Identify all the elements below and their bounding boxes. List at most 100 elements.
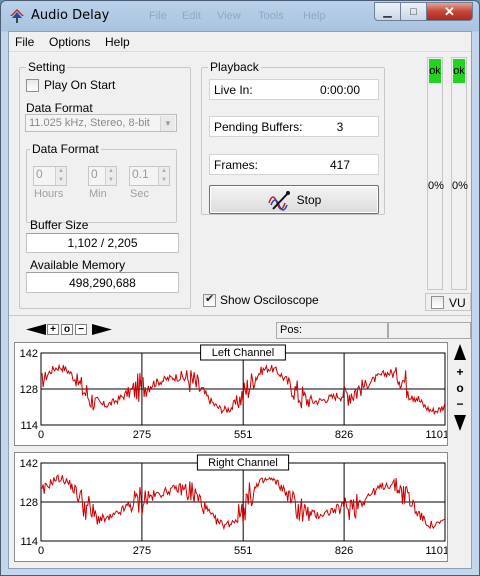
- arrow-down-end-icon: [454, 415, 466, 431]
- x-tick-label: 1101: [425, 545, 447, 557]
- scope-grid: [40, 462, 446, 542]
- vu-left-status: ok: [429, 59, 441, 83]
- amplitude-minus-button[interactable]: −: [453, 397, 467, 412]
- seconds-value: 0.1: [132, 167, 149, 181]
- x-tick-label: 826: [335, 545, 353, 557]
- close-icon: ✕: [444, 3, 455, 19]
- app-logo-icon: [10, 9, 24, 23]
- live-in-label: Live In:: [214, 83, 253, 97]
- y-tick-label: 128: [20, 384, 38, 396]
- position-field: Pos:: [276, 322, 388, 339]
- minimize-button[interactable]: ▁: [374, 2, 401, 21]
- spin-down-icon[interactable]: ▼: [106, 176, 116, 185]
- vu-right-meter: ok 0%: [451, 57, 468, 290]
- ghost-menu-item: View: [217, 10, 241, 22]
- ghost-menu-item: File: [149, 10, 167, 22]
- vu-left-percent: 0%: [428, 180, 444, 192]
- circle-icon: o: [63, 324, 71, 335]
- app-window: Audio Delay File Edit View Tools Help ▁ …: [0, 0, 480, 576]
- y-tick-label: 142: [20, 458, 38, 470]
- minutes-label: Min: [89, 188, 107, 200]
- seconds-label: Sec: [130, 188, 149, 200]
- x-tick-label: 275: [133, 429, 151, 441]
- data-format-select[interactable]: 11.025 kHz, Stereo, 8-bit ▼: [25, 114, 177, 132]
- scroll-right-button[interactable]: [92, 324, 112, 338]
- vu-label: VU: [449, 296, 466, 310]
- vu-right-percent: 0%: [452, 180, 468, 192]
- hours-spinner[interactable]: 0 ▲ ▼: [33, 166, 67, 186]
- zoom-in-button[interactable]: +: [47, 324, 59, 335]
- live-in-value: 0:00:00: [319, 83, 361, 97]
- close-button[interactable]: ✕: [427, 2, 473, 21]
- right-channel-panel: Right Channel 142 128 114 0 275 551 826 1101: [14, 452, 449, 562]
- x-tick-label: 1101: [425, 429, 447, 441]
- menu-options[interactable]: Options: [49, 35, 90, 49]
- y-tick-label: 114: [20, 536, 38, 548]
- available-memory-label: Available Memory: [30, 258, 126, 272]
- zoom-reset-button[interactable]: o: [61, 324, 73, 335]
- chart-title: Left Channel: [212, 347, 274, 359]
- left-channel-panel: Left Channel 142 128 114 0 275 551 826 1101: [14, 342, 449, 446]
- minutes-spinner[interactable]: 0 ▲ ▼: [88, 166, 117, 186]
- left-channel-chart: Left Channel 142 128 1140 275 551 826 1101: [20, 344, 449, 441]
- available-memory-value: 498,290,688: [69, 275, 136, 290]
- chevron-down-icon: ▼: [160, 116, 175, 131]
- pending-buffers-row: Pending Buffers: 3: [209, 116, 379, 137]
- frames-row: Frames: 417: [209, 154, 379, 175]
- amplitude-reset-button[interactable]: o: [453, 381, 467, 396]
- x-tick-label: 826: [335, 429, 353, 441]
- amplitude-plus-button[interactable]: +: [453, 365, 467, 380]
- divider: [9, 315, 471, 316]
- buffer-size-label: Buffer Size: [30, 218, 89, 232]
- vu-right-status: ok: [453, 59, 465, 83]
- play-on-start-checkbox[interactable]: [26, 79, 39, 92]
- hours-label: Hours: [34, 188, 64, 200]
- position-value-field: [388, 322, 471, 339]
- maximize-button[interactable]: □: [401, 2, 427, 21]
- right-channel-chart: Right Channel 142 128 1140 275 551 826 1101: [20, 454, 449, 557]
- frames-value: 417: [329, 158, 351, 172]
- menu-help[interactable]: Help: [105, 35, 130, 49]
- menu-file[interactable]: File: [15, 35, 34, 49]
- y-tick-label: 128: [20, 497, 38, 509]
- window-title: Audio Delay: [31, 8, 110, 23]
- x-tick-label: 0: [38, 429, 44, 441]
- title-bar[interactable]: Audio Delay File Edit View Tools Help ▁ …: [1, 1, 479, 31]
- spin-down-icon[interactable]: ▼: [159, 176, 169, 185]
- scope-grid: [40, 352, 446, 426]
- delay-format-label: Data Format: [30, 142, 101, 156]
- arrow-left-end-icon: [26, 324, 46, 335]
- spin-up-icon[interactable]: ▲: [106, 167, 116, 176]
- amplitude-down-button[interactable]: [453, 415, 467, 431]
- ghost-menu-item: Edit: [182, 10, 201, 22]
- arrow-right-end-icon: [92, 324, 112, 335]
- minus-icon: −: [456, 397, 464, 411]
- show-oscilloscope-checkbox[interactable]: [203, 292, 216, 307]
- circle-icon: o: [456, 381, 464, 395]
- plus-icon: +: [50, 324, 56, 335]
- buffer-size-value: 1,102 / 2,205: [67, 236, 138, 250]
- pending-buffers-value: 3: [336, 120, 344, 134]
- show-oscilloscope-label: Show Osciloscope: [220, 293, 319, 307]
- zoom-out-button[interactable]: −: [75, 324, 87, 335]
- minus-icon: −: [78, 324, 84, 335]
- menu-bar: File Options Help: [9, 32, 471, 52]
- live-in-row: Live In: 0:00:00: [209, 79, 379, 100]
- client-area: File Options Help Setting Play On Start …: [8, 31, 472, 569]
- x-tick-label: 551: [234, 545, 252, 557]
- y-tick-label: 142: [20, 348, 38, 360]
- stop-label: Stop: [296, 192, 322, 207]
- stop-button[interactable]: Stop: [209, 185, 379, 214]
- spin-down-icon[interactable]: ▼: [56, 176, 66, 185]
- available-memory-field: 498,290,688: [26, 272, 179, 293]
- spin-up-icon[interactable]: ▲: [56, 167, 66, 176]
- minutes-value: 0: [91, 167, 98, 181]
- amplitude-up-button[interactable]: [453, 344, 467, 360]
- maximize-icon: □: [410, 5, 417, 18]
- playback-group-label: Playback: [208, 60, 261, 74]
- vu-checkbox[interactable]: [431, 296, 444, 309]
- seconds-spinner[interactable]: 0.1 ▲ ▼: [129, 166, 170, 186]
- hours-value: 0: [36, 167, 43, 181]
- spin-up-icon[interactable]: ▲: [159, 167, 169, 176]
- scroll-left-button[interactable]: [26, 324, 46, 338]
